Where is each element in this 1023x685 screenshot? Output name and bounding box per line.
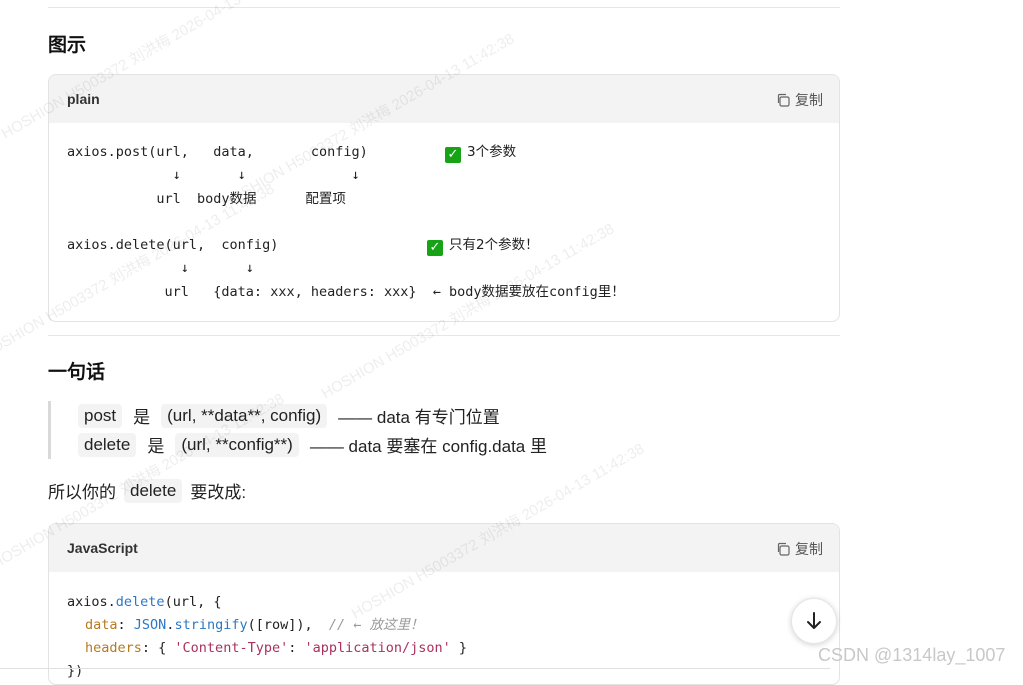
code-block-javascript: JavaScript 复制 axios.delete(url, { data: … bbox=[48, 523, 840, 685]
code-line: data: JSON.stringify([row]), // ← 放这里！ bbox=[85, 617, 424, 633]
code-content: axios.delete(url, { data: JSON.stringify… bbox=[49, 572, 839, 679]
quote-word: 是 bbox=[133, 408, 151, 427]
copy-label: 复制 bbox=[795, 541, 823, 557]
scroll-to-bottom-button[interactable] bbox=[791, 598, 837, 644]
code-language-label: plain bbox=[67, 91, 100, 107]
code-line: url {data: xxx, headers: xxx} ← body数据要放… bbox=[67, 284, 625, 300]
code-note: ✓ 3个参数 bbox=[445, 143, 516, 163]
bottom-divider bbox=[0, 668, 830, 669]
code-line: }) bbox=[67, 663, 84, 679]
code-block-plain: plain 复制 axios.post(url, data, config) ✓… bbox=[48, 74, 840, 322]
inline-code: (url, **config**) bbox=[175, 432, 299, 457]
inline-code: post bbox=[78, 403, 123, 428]
copy-button[interactable]: 复制 bbox=[776, 539, 823, 559]
code-line: headers: { 'Content-Type': 'application/… bbox=[85, 640, 468, 656]
inline-code: delete bbox=[78, 432, 137, 457]
section-divider bbox=[48, 335, 840, 336]
para-text: 要改成: bbox=[190, 483, 247, 502]
check-icon: ✓ bbox=[427, 240, 443, 256]
quote-text: —— data 要塞在 config.data 里 bbox=[309, 437, 547, 456]
code-block-header: JavaScript 复制 bbox=[49, 524, 839, 572]
quote-word: 是 bbox=[147, 437, 165, 456]
section-title-diagram: 图示 bbox=[48, 35, 87, 56]
code-content: axios.post(url, data, config) ✓ 3个参数 ↓ ↓ … bbox=[49, 123, 839, 300]
arrow-down-icon bbox=[807, 612, 821, 629]
code-language-label: JavaScript bbox=[67, 540, 138, 556]
para-text: 所以你的 bbox=[48, 483, 116, 502]
copy-icon bbox=[777, 542, 790, 556]
code-line: ↓ ↓ ↓ bbox=[67, 167, 360, 183]
copy-icon bbox=[777, 93, 790, 107]
code-line: axios.post(url, data, config) bbox=[67, 144, 368, 160]
quote-text: —— data 有专门位置 bbox=[338, 408, 500, 427]
top-divider bbox=[48, 7, 840, 8]
inline-code: (url, **data**, config) bbox=[161, 403, 328, 428]
code-line: axios.delete(url, { bbox=[67, 594, 222, 610]
quote-line-post: post 是 (url, **data**, config) —— data 有… bbox=[75, 403, 500, 428]
code-line: ↓ ↓ bbox=[67, 260, 254, 276]
section-title-summary: 一句话 bbox=[48, 362, 106, 383]
copy-label: 复制 bbox=[795, 92, 823, 108]
csdn-watermark: CSDN @1314lay_1007 bbox=[818, 645, 1006, 665]
quote-line-delete: delete 是 (url, **config**) —— data 要塞在 c… bbox=[75, 432, 547, 457]
check-icon: ✓ bbox=[445, 147, 461, 163]
copy-button[interactable]: 复制 bbox=[776, 90, 823, 110]
code-block-header: plain 复制 bbox=[49, 75, 839, 123]
inline-code: delete bbox=[124, 478, 183, 503]
code-line: url body数据 配置项 bbox=[67, 191, 346, 207]
paragraph: 所以你的 delete 要改成: bbox=[48, 478, 246, 503]
code-line: axios.delete(url, config) bbox=[67, 237, 279, 253]
blockquote: post 是 (url, **data**, config) —— data 有… bbox=[48, 401, 547, 459]
code-note: ✓ 只有2个参数！ bbox=[427, 236, 539, 256]
